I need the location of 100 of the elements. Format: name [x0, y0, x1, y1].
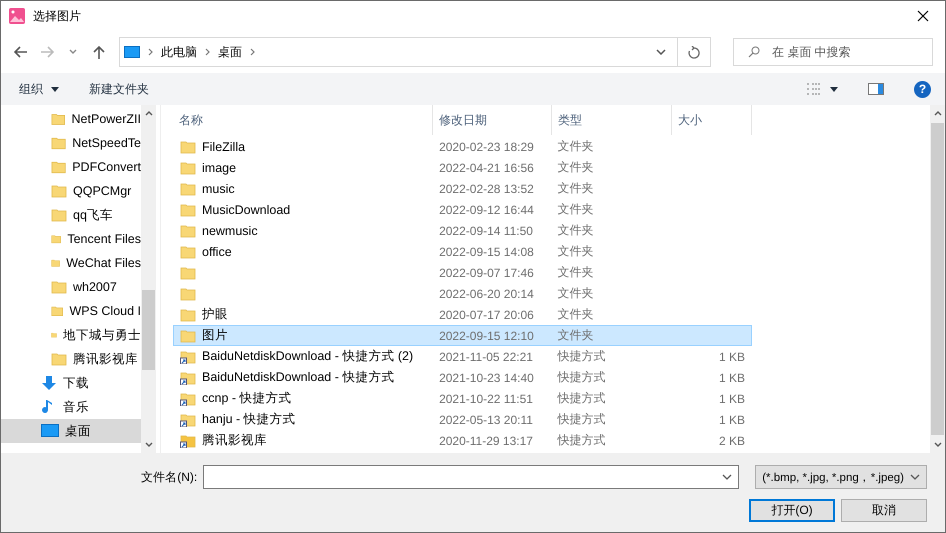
view-options-button[interactable]	[806, 82, 838, 96]
date-cell-text: 2020-11-29 13:17	[438, 434, 534, 448]
size-cell: 1 KB	[718, 370, 745, 384]
date-cell-text: 2021-11-05 22:21	[438, 350, 534, 364]
file-row[interactable]: newmusic 2022-09-14 11:50 文件夹	[173, 220, 752, 241]
file-name: 图片	[202, 327, 228, 344]
column-header[interactable]: 大小	[672, 105, 752, 135]
type-cell-text: 快捷方式	[556, 369, 607, 386]
chevron-down-icon	[656, 49, 666, 55]
sidebar-item[interactable]: QQPCMgr	[1, 179, 141, 203]
dialog-button[interactable]: 取消	[841, 499, 927, 522]
sidebar-item[interactable]: NetSpeedTe	[1, 131, 141, 155]
folder-icon	[51, 208, 67, 222]
folder-icon	[180, 308, 196, 322]
file-name: music	[202, 182, 235, 196]
sidebar-item[interactable]: 桌面	[1, 419, 141, 443]
sidebar-item[interactable]: NetPowerZII	[1, 107, 141, 131]
folder-icon	[180, 160, 196, 174]
folder-icon	[51, 184, 67, 198]
type-cell-text: 快捷方式	[556, 411, 607, 428]
help-button[interactable]: ?	[914, 80, 931, 98]
sidebar-item[interactable]: 下载	[1, 371, 141, 395]
column-header[interactable]: 类型	[552, 105, 672, 135]
type-cell-text: 文件夹	[556, 306, 595, 323]
type-cell-text: 快捷方式	[556, 390, 607, 407]
sidebar-item[interactable]: 音乐	[1, 395, 141, 419]
file-name: hanju - 快捷方式	[202, 411, 296, 428]
refresh-icon	[688, 46, 700, 58]
scrollbar[interactable]	[141, 105, 156, 453]
file-row[interactable]: music 2022-02-28 13:52 文件夹	[173, 178, 752, 199]
folder-shortcut-icon	[180, 350, 196, 364]
folder-icon	[180, 140, 196, 154]
file-row[interactable]: BaiduNetdiskDownload - 快捷方式 2021-10-23 14:40 快捷方式 1 KB	[173, 367, 752, 388]
filename-field[interactable]	[203, 465, 740, 489]
new-folder-button[interactable]: 新建文件夹	[89, 80, 149, 98]
breadcrumb-item[interactable]: 此电脑	[161, 44, 197, 60]
folder-icon	[51, 112, 66, 126]
sidebar-item[interactable]: qq飞车	[1, 203, 141, 227]
folder-icon	[180, 224, 196, 238]
filename-label: 文件名(N):	[141, 468, 198, 486]
scrollbar-thumb[interactable]	[931, 123, 944, 435]
address-bar[interactable]: 此电脑 桌面	[119, 37, 711, 67]
type-cell-text: 文件夹	[556, 327, 595, 344]
sidebar-item[interactable]: Tencent Files	[1, 227, 141, 251]
organize-menu-button[interactable]: 组织	[19, 80, 59, 98]
folder-icon	[51, 352, 67, 366]
folder-icon	[180, 182, 196, 196]
window-title: 选择图片	[33, 8, 82, 24]
folder-icon	[180, 266, 196, 280]
sidebar-item[interactable]: 地下城与勇士	[1, 323, 141, 347]
file-row[interactable]: BaiduNetdiskDownload - 快捷方式 (2) 2021-11-05 22:21 快捷方式 1 KB	[173, 346, 752, 367]
scrollbar[interactable]	[930, 105, 945, 453]
file-row[interactable]: 护眼 2020-07-17 20:06 文件夹	[173, 304, 752, 325]
type-cell-text: 文件夹	[556, 138, 595, 155]
type-cell-text: 文件夹	[556, 285, 595, 302]
up-arrow-icon	[93, 45, 105, 59]
type-cell-text: 文件夹	[556, 243, 595, 260]
date-cell-text: 2022-05-13 20:11	[438, 412, 534, 426]
folder-icon	[51, 304, 64, 318]
size-cell: 1 KB	[718, 392, 745, 406]
folder-icon	[180, 328, 196, 342]
file-row[interactable]: office 2022-09-15 14:08 文件夹	[173, 241, 752, 262]
chevron-down-icon	[69, 49, 77, 55]
file-name: FileZilla	[202, 140, 246, 154]
file-type-dropdown[interactable]: (*.bmp, *.jpg, *.png，*.jpeg)	[755, 465, 927, 489]
sidebar-item[interactable]: WPS Cloud I	[1, 299, 141, 323]
date-cell-text: 2022-06-20 20:14	[438, 286, 535, 300]
dialog-button[interactable]: 打开(O)	[749, 499, 835, 522]
date-cell-text: 2020-02-23 18:29	[438, 140, 535, 154]
column-header[interactable]: 修改日期	[433, 105, 552, 135]
chevron-right-icon	[148, 48, 153, 56]
type-cell-text: 快捷方式	[556, 432, 607, 449]
column-header[interactable]: 名称	[173, 105, 433, 135]
file-row[interactable]: ccnp - 快捷方式 2021-10-22 11:51 快捷方式 1 KB	[173, 388, 752, 409]
file-row[interactable]: image 2022-04-21 16:56 文件夹	[173, 157, 752, 178]
file-row[interactable]: FileZilla 2020-02-23 18:29 文件夹	[173, 136, 752, 157]
file-row[interactable]: hanju - 快捷方式 2022-05-13 20:11 快捷方式 1 KB	[173, 409, 752, 430]
type-cell-text: 文件夹	[556, 264, 595, 281]
sidebar-item[interactable]: PDFConvert	[1, 155, 141, 179]
file-name: 护眼	[202, 306, 228, 323]
folder-shortcut-icon	[180, 370, 196, 384]
file-row[interactable]: MusicDownload 2022-09-12 16:44 文件夹	[173, 199, 752, 220]
scrollbar-thumb[interactable]	[142, 290, 155, 370]
file-row[interactable]: 2022-09-07 17:46 文件夹	[173, 262, 752, 283]
search-field[interactable]: 在 桌面 中搜索	[733, 38, 933, 66]
date-cell-text: 2021-10-23 14:40	[438, 370, 535, 384]
folder-shortcut-icon	[180, 392, 196, 406]
search-input[interactable]: 在 桌面 中搜索	[770, 44, 924, 60]
breadcrumb-item[interactable]: 桌面	[218, 44, 242, 60]
file-row[interactable]: 腾讯影视库 2020-11-29 13:17 快捷方式 2 KB	[173, 430, 752, 451]
file-row[interactable]: 2022-06-20 20:14 文件夹	[173, 283, 752, 304]
folder-icon	[51, 136, 66, 150]
preview-pane-button[interactable]	[868, 83, 884, 95]
sidebar-item[interactable]: 腾讯影视库	[1, 347, 141, 371]
sidebar-item[interactable]: wh2007	[1, 275, 141, 299]
file-row[interactable]: 图片 2022-09-15 12:10 文件夹	[173, 325, 752, 346]
sidebar-item[interactable]: WeChat Files	[1, 251, 141, 275]
chevron-down-icon	[910, 474, 920, 480]
type-cell-text: 文件夹	[556, 222, 595, 239]
folder-icon	[180, 244, 196, 258]
